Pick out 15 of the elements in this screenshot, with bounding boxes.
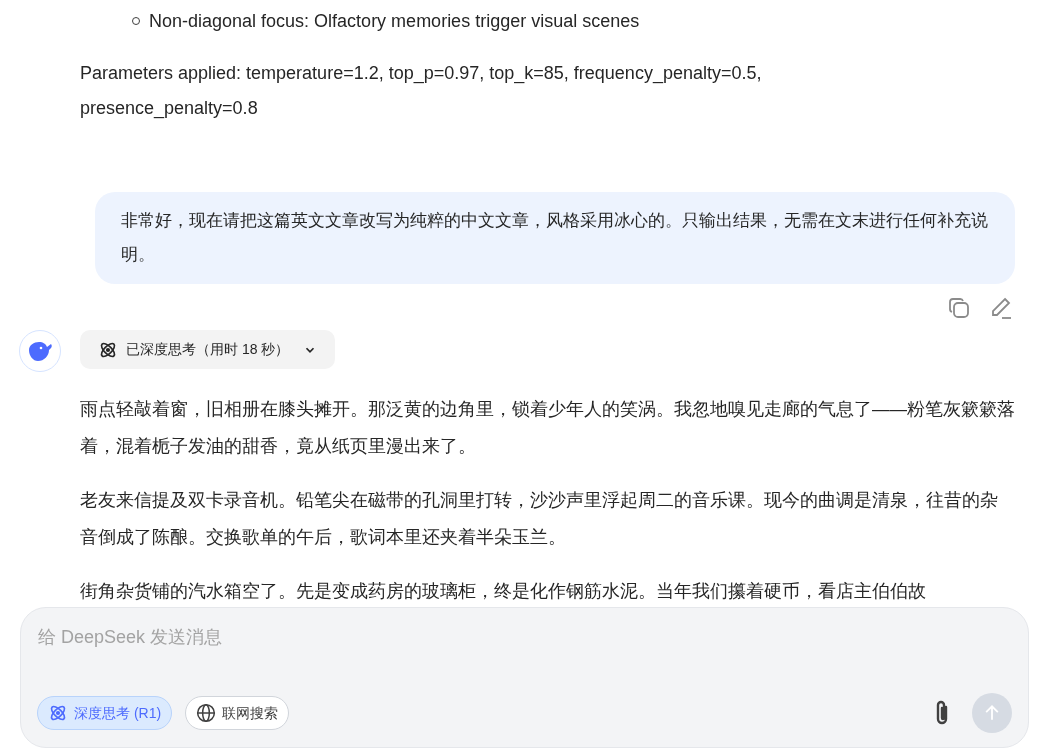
- copy-icon[interactable]: [947, 296, 971, 320]
- answer-paragraph: 老友来信提及双卡录音机。铅笔尖在磁带的孔洞里打转，沙沙声里浮起周二的音乐课。现今的曲调是清泉，往昔的杂音倒成了陈酿。交换歌单的午后，歌词本里还夹着半朵玉兰。: [80, 489, 999, 549]
- mode-toggle[interactable]: 深度思考 (R1): [37, 696, 173, 730]
- answer-paragraph: 雨点轻敲着窗，旧相册在膝头摊开。那泛黄的边角里，锁着少年人的笑涡。我忽地嗅见走廊的气息了——粉笔灰簌簌落着，混着栀子发油的甜香，竟从纸页里漫出来了。: [80, 398, 1015, 458]
- parameters-text: Parameters applied: temperature=1.2, top_p=0.97, top_k=85, frequency_penalty=0.5, presence_penalty=0.8: [80, 62, 763, 121]
- thinking-toggle[interactable]: 已深度思考（用时 18 秒）: [80, 330, 336, 369]
- edit-icon[interactable]: [989, 296, 1013, 320]
- mode-toggle[interactable]: 联网搜索: [185, 696, 290, 730]
- assistant-avatar: [19, 330, 61, 372]
- answer-paragraph: 街角杂货铺的汽水箱空了。先是变成药房的玻璃柜，终是化作钢筋水泥。当年我们攥着硬币，看店主伯伯故: [80, 580, 927, 603]
- message-input[interactable]: 给 DeepSeek 发送消息: [37, 624, 1012, 651]
- list-item-text: Non-diagonal focus: Olfactory memories trigger visual scenes: [149, 10, 640, 33]
- user-message: 非常好，现在请把这篇英文文章改写为纯粹的中文文章，风格采用冰心的。只输出结果，无需在文末进行任何补充说明。: [95, 192, 1015, 284]
- atom-icon: [48, 703, 68, 723]
- globe-icon: [196, 703, 217, 723]
